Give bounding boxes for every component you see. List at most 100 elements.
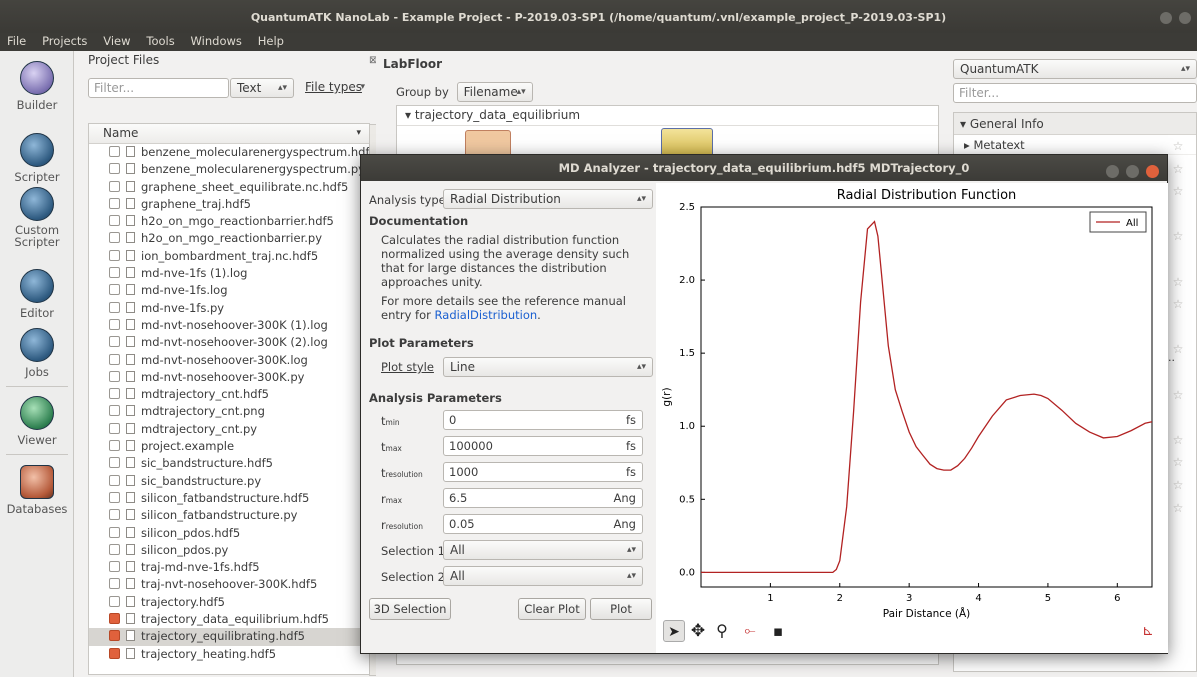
zoom-icon[interactable]: ⚲ <box>711 620 733 642</box>
radial-distribution-link[interactable]: RadialDistribution <box>435 308 538 322</box>
file-checkbox[interactable] <box>109 578 120 590</box>
file-checkbox[interactable] <box>109 561 120 573</box>
file-checkbox[interactable] <box>109 440 120 452</box>
file-types-button[interactable]: File types ▾ <box>299 78 371 98</box>
general-info-section[interactable]: ▾ General Info <box>954 113 1196 135</box>
group-by-select[interactable]: Filename ▴▾ <box>456 82 533 102</box>
file-checkbox[interactable] <box>109 422 120 434</box>
rresolution-field[interactable]: 0.05 Ang <box>443 514 643 534</box>
file-checkbox[interactable] <box>109 232 120 244</box>
file-row[interactable]: sic_bandstructure.hdf5 <box>89 455 369 472</box>
star-icon[interactable]: ☆ <box>1171 429 1185 452</box>
file-checkbox[interactable] <box>109 491 120 503</box>
star-icon[interactable]: ☆ <box>1171 271 1185 294</box>
file-row[interactable]: trajectory_data_equilibrium.hdf5 <box>89 611 369 628</box>
file-checkbox[interactable] <box>109 509 120 521</box>
tmin-field[interactable]: 0 fs <box>443 410 643 430</box>
info-filter-input[interactable]: Filter... <box>953 83 1197 103</box>
analysis-type-select[interactable]: Radial Distribution ▴▾ <box>443 189 653 209</box>
file-checkbox[interactable] <box>109 457 120 469</box>
file-list-header[interactable]: Name ▾ <box>89 124 369 144</box>
maximize-button[interactable] <box>1179 12 1191 24</box>
menu-file[interactable]: File <box>7 34 26 48</box>
file-row[interactable]: mdtrajectory_cnt.png <box>89 403 369 420</box>
file-checkbox[interactable] <box>109 353 120 365</box>
file-row[interactable]: md-nve-1fs (1).log <box>89 265 369 282</box>
file-row[interactable]: silicon_pdos.hdf5 <box>89 525 369 542</box>
menu-tools[interactable]: Tools <box>146 34 174 48</box>
plot-button[interactable]: Plot <box>590 598 652 620</box>
file-checkbox[interactable] <box>109 318 120 330</box>
file-row[interactable]: trajectory_heating.hdf5 <box>89 646 369 663</box>
file-checkbox[interactable] <box>109 249 120 261</box>
file-row[interactable]: ion_bombardment_traj.nc.hdf5 <box>89 248 369 265</box>
file-checkbox[interactable] <box>109 163 120 175</box>
file-row[interactable]: md-nvt-nosehoover-300K.py <box>89 369 369 386</box>
file-row[interactable]: md-nve-1fs.py <box>89 300 369 317</box>
tmax-field[interactable]: 100000 fs <box>443 436 643 456</box>
star-icon[interactable]: ☆ <box>1171 293 1185 316</box>
file-row[interactable]: h2o_on_mgo_reactionbarrier.py <box>89 230 369 247</box>
menu-projects[interactable]: Projects <box>42 34 87 48</box>
file-row[interactable]: silicon_fatbandstructure.hdf5 <box>89 490 369 507</box>
pointer-icon[interactable]: ➤ <box>663 620 685 642</box>
tool-editor[interactable]: Editor <box>0 269 74 320</box>
file-row[interactable]: graphene_traj.hdf5 <box>89 196 369 213</box>
file-checkbox[interactable] <box>109 630 120 642</box>
star-icon[interactable]: ☆ <box>1171 338 1185 361</box>
star-icon[interactable]: ☆ <box>1171 180 1185 203</box>
plot-style-select[interactable]: Line ▴▾ <box>443 357 653 377</box>
file-checkbox[interactable] <box>109 336 120 348</box>
file-row[interactable]: mdtrajectory_cnt.py <box>89 421 369 438</box>
file-row[interactable]: h2o_on_mgo_reactionbarrier.hdf5 <box>89 213 369 230</box>
file-checkbox[interactable] <box>109 388 120 400</box>
star-icon[interactable]: ☆ <box>1171 474 1185 497</box>
file-checkbox[interactable] <box>109 180 120 192</box>
menu-help[interactable]: Help <box>258 34 284 48</box>
clear-plot-button[interactable]: Clear Plot <box>518 598 586 620</box>
file-row[interactable]: trajectory.hdf5 <box>89 594 369 611</box>
star-icon[interactable]: ☆ <box>1171 225 1185 248</box>
file-row[interactable]: benzene_molecularenergyspectrum.hdf5 <box>89 144 377 161</box>
close-button[interactable] <box>1146 165 1159 178</box>
file-checkbox[interactable] <box>109 526 120 538</box>
3d-selection-button[interactable]: 3D Selection <box>369 598 451 620</box>
star-icon[interactable]: ☆ <box>1171 451 1185 474</box>
tool-viewer[interactable]: Viewer <box>0 396 74 447</box>
file-row[interactable]: graphene_sheet_equilibrate.nc.hdf5 <box>89 179 369 196</box>
metatext-item[interactable]: ▸ Metatext <box>954 135 1196 155</box>
file-row[interactable]: silicon_fatbandstructure.py <box>89 507 369 524</box>
selection2-select[interactable]: All ▴▾ <box>443 566 643 586</box>
tool-databases[interactable]: Databases <box>0 465 74 516</box>
info-source-select[interactable]: QuantumATK ▴▾ <box>953 59 1197 79</box>
tool-builder[interactable]: Builder <box>0 61 74 112</box>
file-checkbox[interactable] <box>109 284 120 296</box>
file-checkbox[interactable] <box>109 543 120 555</box>
labfloor-group[interactable]: ▾ trajectory_data_equilibrium <box>397 106 938 126</box>
minimize-button[interactable] <box>1105 165 1119 178</box>
axes-icon[interactable]: ⊾ <box>1137 620 1159 642</box>
file-checkbox[interactable] <box>109 474 120 486</box>
tool-scripter[interactable]: Scripter <box>0 133 74 184</box>
pan-icon[interactable]: ✥ <box>687 620 709 642</box>
file-checkbox[interactable] <box>109 146 120 157</box>
star-icon[interactable]: ☆ <box>1171 384 1185 407</box>
tool-custom-scripter[interactable]: Custom Scripter <box>0 187 74 248</box>
rmax-field[interactable]: 6.5 Ang <box>443 488 643 508</box>
file-row[interactable]: md-nvt-nosehoover-300K (1).log <box>89 317 369 334</box>
maximize-button[interactable] <box>1125 165 1139 178</box>
file-row[interactable]: sic_bandstructure.py <box>89 473 369 490</box>
menu-windows[interactable]: Windows <box>191 34 242 48</box>
file-row[interactable]: traj-md-nve-1fs.hdf5 <box>89 559 369 576</box>
menu-view[interactable]: View <box>103 34 130 48</box>
file-checkbox[interactable] <box>109 647 120 659</box>
file-row[interactable]: mdtrajectory_cnt.hdf5 <box>89 386 369 403</box>
tresolution-field[interactable]: 1000 fs <box>443 462 643 482</box>
file-row[interactable]: md-nve-1fs.log <box>89 282 369 299</box>
project-filter-input[interactable]: Filter... <box>88 78 229 98</box>
file-checkbox[interactable] <box>109 613 120 625</box>
file-row[interactable]: md-nvt-nosehoover-300K (2).log <box>89 334 369 351</box>
file-checkbox[interactable] <box>109 370 120 382</box>
settings-icon[interactable]: ⟜ <box>739 620 761 642</box>
file-row[interactable]: project.example <box>89 438 369 455</box>
